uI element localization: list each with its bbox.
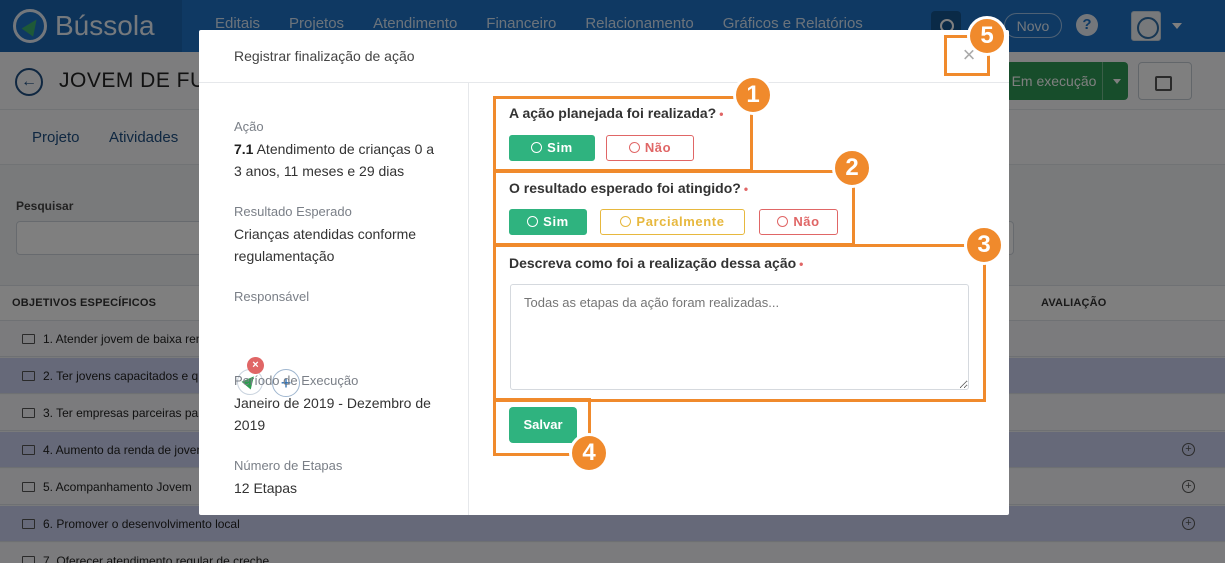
annotation-box-3	[493, 244, 986, 402]
annotation-badge-2: 2	[832, 148, 872, 188]
annotation-badge-3: 3	[964, 225, 1004, 265]
resultado-label: Resultado Esperado	[234, 204, 352, 219]
etapas-value: 12 Etapas	[234, 480, 298, 496]
etapas-label: Número de Etapas	[234, 458, 343, 473]
acao-text: Atendimento de crianças 0 a 3 anos, 11 m…	[234, 141, 435, 179]
annotation-box-1	[493, 96, 753, 172]
annotation-badge-5: 5	[967, 16, 1007, 56]
resultado-value: Crianças atendidas conforme regulamentaç…	[234, 226, 417, 264]
modal-header: Registrar finalização de ação ×	[199, 30, 1009, 83]
responsavel-label: Responsável	[234, 289, 310, 304]
modal-title: Registrar finalização de ação	[234, 48, 415, 64]
remove-responsible-icon[interactable]: ×	[247, 357, 264, 374]
acao-value: 7.1 Atendimento de crianças 0 a 3 anos, …	[234, 138, 444, 182]
acao-code: 7.1	[234, 141, 254, 157]
annotation-badge-1: 1	[733, 75, 773, 115]
action-details-panel: Ação 7.1 Atendimento de crianças 0 a 3 a…	[199, 83, 469, 515]
periodo-value: Janeiro de 2019 - Dezembro de 2019	[234, 395, 431, 433]
annotation-box-2	[493, 170, 855, 246]
periodo-label: Período de Execução	[234, 373, 359, 388]
annotation-badge-4: 4	[569, 433, 609, 473]
acao-label: Ação	[234, 119, 264, 134]
